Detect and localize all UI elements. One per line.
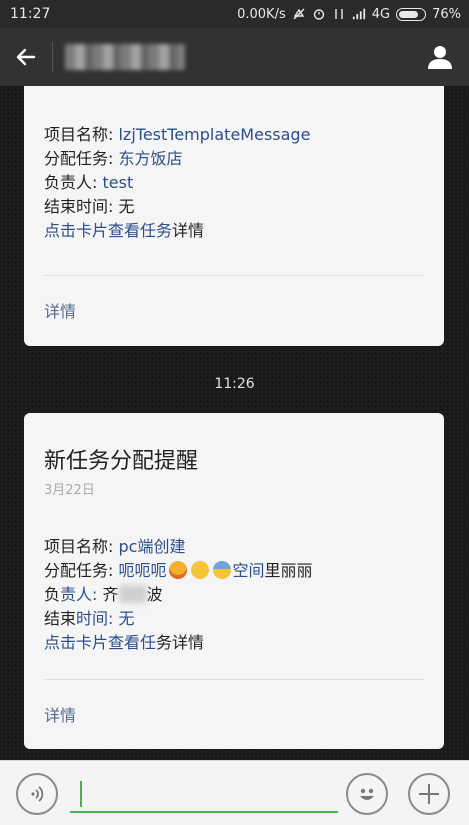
back-button[interactable] [0, 28, 52, 86]
emoji-icon [360, 788, 374, 800]
text-caret [80, 781, 82, 807]
status-bar: 11:27 0.00K/s 4G 76% [0, 0, 469, 28]
alarm-icon [313, 9, 324, 20]
field-owner: 负责人: 齐波 [44, 585, 163, 604]
network-type: 4G [371, 6, 391, 22]
details-link[interactable]: 详情 [44, 702, 76, 726]
field-end-time: 结束时间: 无 [44, 197, 135, 216]
view-details-hint: 点击卡片查看任务详情 [44, 633, 205, 652]
profile-button[interactable] [411, 28, 469, 86]
card-date: 3月22日 [44, 483, 95, 498]
anxious-face-emoji-icon [212, 561, 231, 579]
title-bar [0, 28, 469, 86]
arrow-left-icon [16, 48, 36, 66]
voice-button[interactable] [16, 773, 58, 815]
more-button[interactable] [408, 773, 450, 815]
field-assigned-task: 分配任务: 东方饭店 [44, 149, 183, 168]
card-title: 新任务分配提醒 [44, 449, 199, 474]
voice-icon [31, 786, 44, 802]
template-message-card[interactable]: 项目名称: lzjTestTemplateMessage 分配任务: 东方饭店 … [24, 86, 444, 346]
details-link[interactable]: 详情 [44, 298, 76, 322]
card-fields: 项目名称: pc端创建 分配任务: 呃呃呃 空间里丽丽 负责人: 齐波 结束时间:… [44, 535, 313, 655]
emoji-button[interactable] [346, 773, 388, 815]
view-details-hint: 点击卡片查看任务详情 [44, 221, 205, 240]
card-divider [44, 275, 424, 276]
status-time: 11:27 [10, 6, 51, 22]
battery-level: 76% [432, 6, 461, 22]
chat-title-pixelated [65, 44, 185, 70]
input-bar [0, 760, 469, 825]
silent-icon [293, 8, 305, 20]
field-project-name: 项目名称: pc端创建 [44, 537, 186, 556]
data-transfer-icon [335, 9, 343, 19]
field-owner: 负责人: test [44, 173, 134, 192]
signal-icon [352, 8, 365, 20]
field-end-time: 结束时间: 无 [44, 609, 135, 628]
redacted-name [118, 585, 147, 603]
field-project-name: 项目名称: lzjTestTemplateMessage [44, 125, 311, 144]
chat-area[interactable]: 项目名称: lzjTestTemplateMessage 分配任务: 东方饭店 … [0, 86, 469, 760]
message-timestamp: 11:26 [214, 376, 255, 392]
card-divider [44, 679, 424, 680]
card-fields: 项目名称: lzjTestTemplateMessage 分配任务: 东方饭店 … [44, 123, 310, 243]
status-indicators: 0.00K/s 4G 76% [237, 7, 461, 22]
person-icon [428, 46, 452, 69]
battery-icon [396, 7, 427, 21]
field-assigned-task: 分配任务: 呃呃呃 空间里丽丽 [44, 561, 313, 580]
message-input[interactable] [70, 775, 338, 813]
tired-face-emoji-icon [168, 561, 187, 579]
plus-icon [419, 784, 439, 804]
network-speed: 0.00K/s [237, 6, 286, 22]
surprised-face-emoji-icon [190, 561, 209, 579]
template-message-card[interactable]: 新任务分配提醒 3月22日 项目名称: pc端创建 分配任务: 呃呃呃 空间里丽丽… [24, 413, 444, 749]
title-divider [52, 42, 53, 72]
